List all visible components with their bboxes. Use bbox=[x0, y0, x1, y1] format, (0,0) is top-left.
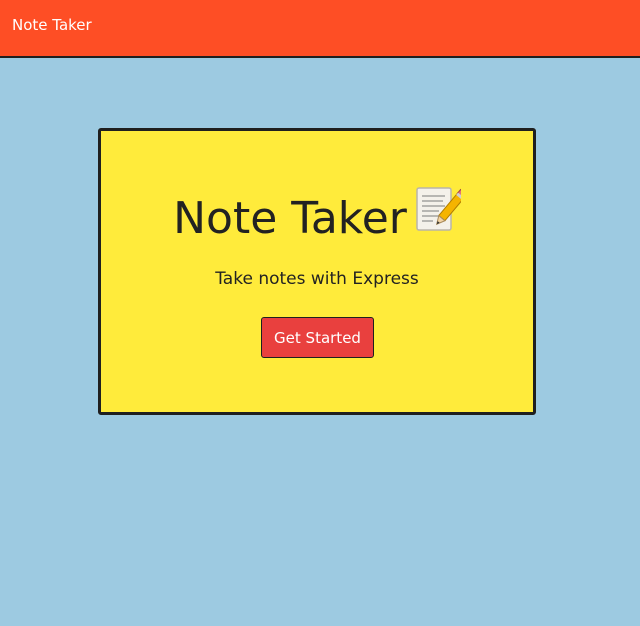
memo-icon bbox=[415, 186, 468, 250]
page-title-text: Note Taker bbox=[173, 193, 407, 244]
get-started-button[interactable]: Get Started bbox=[261, 317, 374, 358]
navbar: Note Taker bbox=[0, 0, 640, 58]
page-title: Note Taker bbox=[101, 186, 533, 250]
navbar-brand[interactable]: Note Taker bbox=[12, 16, 92, 34]
hero-subtitle: Take notes with Express bbox=[215, 269, 419, 289]
hero-card: Note Taker Take notes with Express Get S… bbox=[98, 128, 536, 415]
